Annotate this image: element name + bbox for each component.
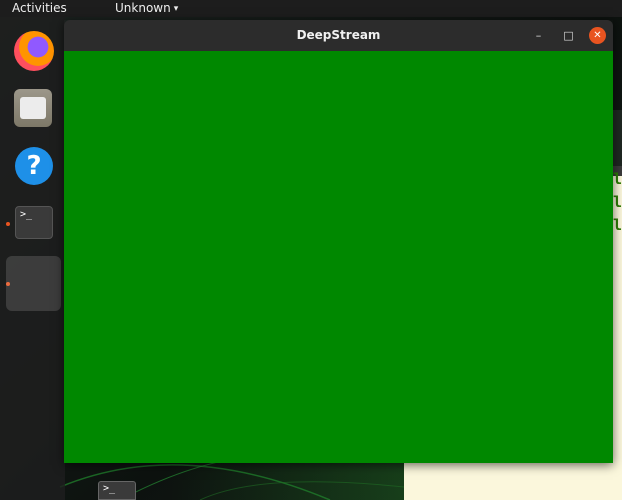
dock-item-deepstream[interactable] [6,256,61,311]
window-titlebar[interactable]: DeepStream – □ ✕ [64,20,613,51]
files-icon [14,89,52,127]
maximize-button[interactable]: □ [560,27,577,44]
dock: ? >_ [0,17,65,500]
dock-item-files[interactable] [6,80,61,135]
background-text-line: le [613,170,622,188]
close-button[interactable]: ✕ [589,27,606,44]
background-text-line: le [613,193,622,211]
app-menu-label: Unknown [115,1,171,15]
dock-item-help[interactable]: ? [6,138,61,193]
activities-button[interactable]: Activities [12,1,67,15]
help-icon: ? [15,147,53,185]
deepstream-window[interactable]: DeepStream – □ ✕ [64,20,613,463]
background-text-line: le [613,216,622,234]
terminal-icon[interactable]: >_ [98,481,136,500]
top-bar: Activities Unknown ▾ [0,0,622,17]
terminal-icon: >_ [15,206,53,239]
video-render-area [64,51,613,463]
minimize-button[interactable]: – [530,27,547,44]
app-menu-button[interactable]: Unknown ▾ [115,1,178,15]
firefox-icon [14,31,54,71]
dock-item-terminal[interactable]: >_ [6,196,61,251]
chevron-down-icon: ▾ [173,4,179,14]
dock-item-firefox[interactable] [6,23,61,78]
